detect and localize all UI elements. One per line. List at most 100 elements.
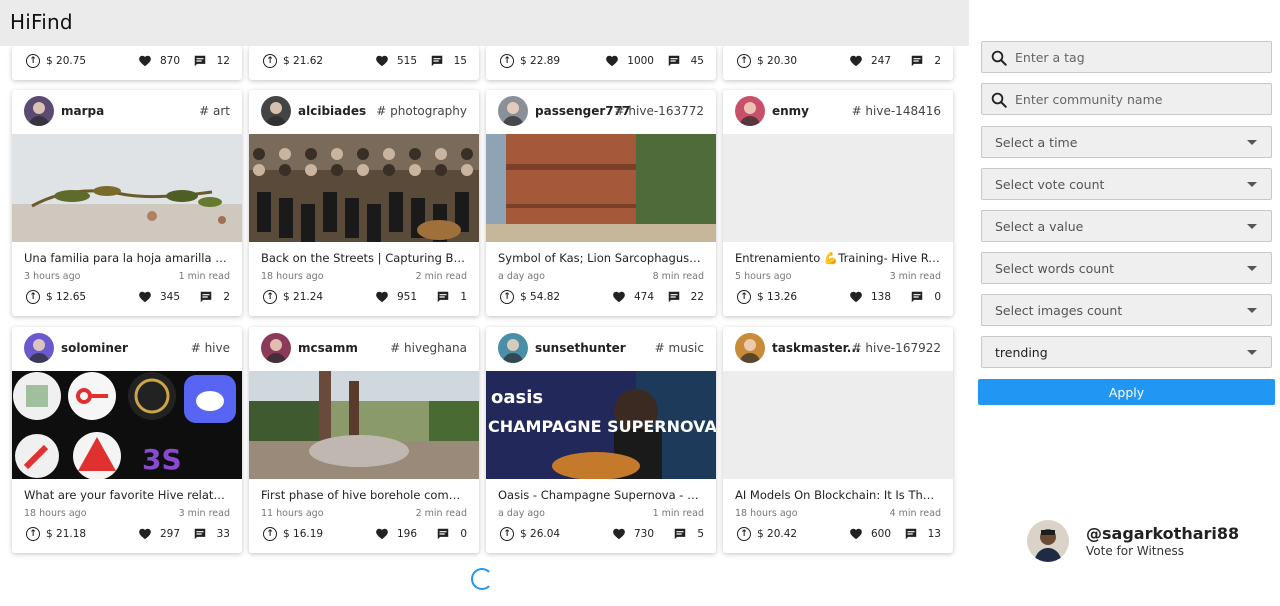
vote-count: 951 xyxy=(396,291,417,303)
payout-value: $ 20.42 xyxy=(757,528,798,540)
post-title[interactable]: AI Models On Blockchain: It Is The F... xyxy=(735,488,941,502)
author-avatar[interactable] xyxy=(498,333,528,363)
post-card[interactable]: alcibiades # photography Back on the Str… xyxy=(249,90,479,316)
witness-profile[interactable]: @sagarkothari88 Vote for Witness xyxy=(1027,520,1267,564)
words-count-select[interactable]: Select words count xyxy=(981,252,1272,284)
post-card[interactable]: marpa # art Una familia para la hoja ama… xyxy=(12,90,242,316)
sort-select[interactable]: trending xyxy=(981,336,1272,368)
post-title[interactable]: Una familia para la hoja amarilla / A ..… xyxy=(24,251,230,265)
time-select[interactable]: Select a time xyxy=(981,126,1272,158)
select-label: Select words count xyxy=(995,261,1115,276)
post-stats: ↑ $ 54.82 474 22 xyxy=(486,290,716,306)
upvote-icon[interactable]: ↑ xyxy=(26,290,40,304)
author-name[interactable]: enmy xyxy=(772,104,809,118)
comment-count: 2 xyxy=(934,55,941,67)
select-label: Select images count xyxy=(995,303,1123,318)
author-name[interactable]: marpa xyxy=(61,104,104,118)
post-card[interactable]: sunsethunter # music oasis CHAMPAGNE SUP… xyxy=(486,327,716,553)
post-card[interactable]: ↑ $ 22.89 1000 45 xyxy=(486,46,716,80)
author-avatar[interactable] xyxy=(261,333,291,363)
upvote-icon[interactable]: ↑ xyxy=(263,290,277,304)
post-thumbnail[interactable]: 3S xyxy=(12,371,242,479)
author-name[interactable]: mcsamm xyxy=(298,341,358,355)
upvote-icon[interactable]: ↑ xyxy=(263,54,277,68)
post-card[interactable]: passenger777 # hive-163772 Symbol of Kas… xyxy=(486,90,716,316)
read-time: 2 min read xyxy=(415,508,467,519)
post-tag[interactable]: # hive-163772 xyxy=(615,104,704,118)
post-card[interactable]: ↑ $ 20.30 247 2 xyxy=(723,46,953,80)
profile-handle[interactable]: @sagarkothari88 xyxy=(1086,524,1239,543)
post-thumbnail[interactable]: oasis CHAMPAGNE SUPERNOVA xyxy=(486,371,716,479)
author-avatar[interactable] xyxy=(735,333,765,363)
author-avatar[interactable] xyxy=(735,96,765,126)
witness-vote-link[interactable]: Vote for Witness xyxy=(1086,544,1184,558)
post-stats: ↑ $ 22.89 1000 45 xyxy=(486,54,716,70)
post-title[interactable]: Oasis - Champagne Supernova - Aco... xyxy=(498,488,704,502)
vote-count: 1000 xyxy=(627,55,654,67)
post-tag[interactable]: # photography xyxy=(376,104,467,118)
app-title[interactable]: HiFind xyxy=(10,10,73,34)
heart-icon xyxy=(850,528,862,540)
author-avatar[interactable] xyxy=(498,96,528,126)
upvote-icon[interactable]: ↑ xyxy=(737,290,751,304)
post-thumbnail[interactable] xyxy=(486,134,716,242)
post-title[interactable]: Symbol of Kas; Lion Sarcophagus, To... xyxy=(498,251,704,265)
upvote-icon[interactable]: ↑ xyxy=(500,54,514,68)
post-card[interactable]: solominer # hive 3S What are your favori… xyxy=(12,327,242,553)
upvote-icon[interactable]: ↑ xyxy=(500,527,514,541)
post-thumbnail[interactable] xyxy=(723,134,953,242)
heart-icon xyxy=(613,291,625,303)
post-age: 18 hours ago xyxy=(261,271,324,282)
value-select[interactable]: Select a value xyxy=(981,210,1272,242)
author-name[interactable]: sunsethunter xyxy=(535,341,626,355)
post-card[interactable]: ↑ $ 21.62 515 15 xyxy=(249,46,479,80)
post-thumbnail[interactable] xyxy=(723,371,953,479)
author-avatar[interactable] xyxy=(261,96,291,126)
post-card[interactable]: mcsamm # hiveghana First phase of hive b… xyxy=(249,327,479,553)
post-title[interactable]: Entrenamiento 💪Training- Hive Run... xyxy=(735,251,941,265)
upvote-icon[interactable]: ↑ xyxy=(737,527,751,541)
author-name[interactable]: solominer xyxy=(61,341,128,355)
heart-icon xyxy=(850,55,862,67)
post-card[interactable]: ↑ $ 20.75 870 12 xyxy=(12,46,242,80)
dropdown-caret-icon xyxy=(1247,308,1257,313)
post-age: 11 hours ago xyxy=(261,508,324,519)
post-tag[interactable]: # art xyxy=(199,104,230,118)
post-thumbnail[interactable] xyxy=(249,134,479,242)
author-avatar[interactable] xyxy=(24,96,54,126)
post-tag[interactable]: # hive-148416 xyxy=(852,104,941,118)
post-card[interactable]: enmy # hive-148416 Entrenamiento 💪Traini… xyxy=(723,90,953,316)
tag-input[interactable]: Enter a tag xyxy=(981,41,1272,73)
vote-count-select[interactable]: Select vote count xyxy=(981,168,1272,200)
images-count-select[interactable]: Select images count xyxy=(981,294,1272,326)
post-thumbnail[interactable] xyxy=(12,134,242,242)
post-title[interactable]: Back on the Streets | Capturing Belg... xyxy=(261,251,467,265)
read-time: 1 min read xyxy=(652,508,704,519)
upvote-icon[interactable]: ↑ xyxy=(500,290,514,304)
dropdown-caret-icon xyxy=(1247,182,1257,187)
author-name[interactable]: alcibiades xyxy=(298,104,366,118)
upvote-icon[interactable]: ↑ xyxy=(26,527,40,541)
post-thumbnail[interactable] xyxy=(249,371,479,479)
author-name[interactable]: taskmaster... xyxy=(772,341,860,355)
author-avatar[interactable] xyxy=(24,333,54,363)
post-tag[interactable]: # hive-167922 xyxy=(852,341,941,355)
post-tag[interactable]: # music xyxy=(655,341,704,355)
community-input[interactable]: Enter community name xyxy=(981,83,1272,115)
upvote-icon[interactable]: ↑ xyxy=(737,54,751,68)
payout-value: $ 16.19 xyxy=(283,528,324,540)
upvote-icon[interactable]: ↑ xyxy=(263,527,277,541)
post-title[interactable]: First phase of hive borehole comme... xyxy=(261,488,467,502)
post-tag[interactable]: # hiveghana xyxy=(390,341,467,355)
comment-count: 22 xyxy=(690,291,704,303)
post-card[interactable]: taskmaster... # hive-167922 AI Models On… xyxy=(723,327,953,553)
payout-value: $ 22.89 xyxy=(520,55,561,67)
avatar[interactable] xyxy=(1027,520,1069,562)
heart-icon xyxy=(376,528,388,540)
apply-button[interactable]: Apply xyxy=(978,379,1275,405)
upvote-icon[interactable]: ↑ xyxy=(26,54,40,68)
post-title[interactable]: What are your favorite Hive related ... xyxy=(24,488,230,502)
post-header: solominer # hive xyxy=(12,327,242,371)
post-tag[interactable]: # hive xyxy=(191,341,230,355)
post-age: 18 hours ago xyxy=(735,508,798,519)
